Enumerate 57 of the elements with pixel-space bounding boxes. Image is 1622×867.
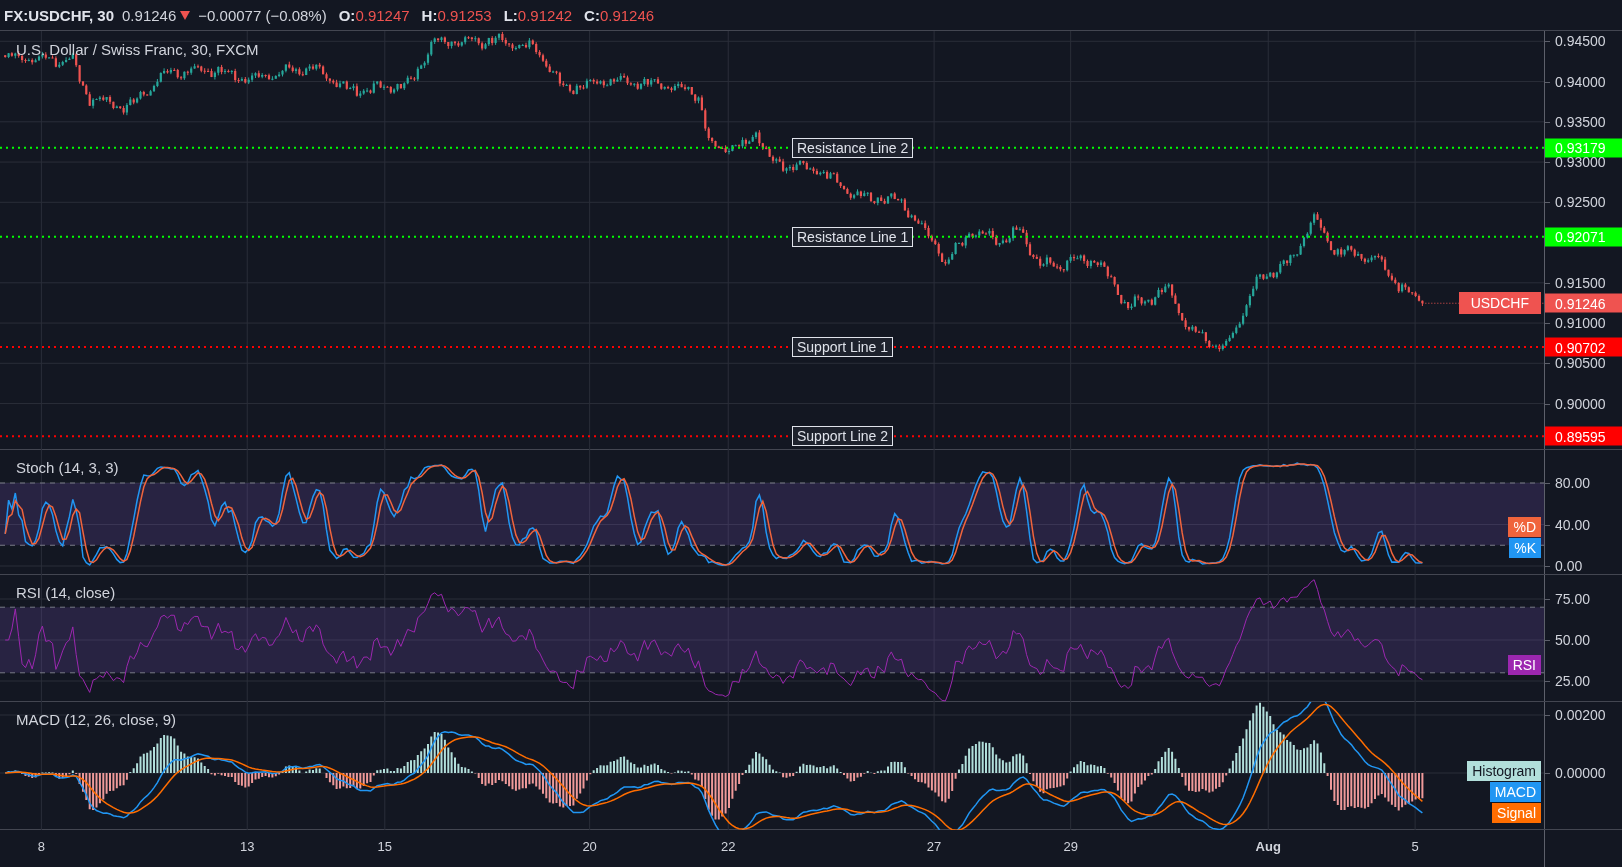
series-label: MACD [1489,782,1541,802]
price-level-label: 0.92071 [1545,227,1622,247]
axis-label: 40.00 [1555,516,1591,533]
level-label[interactable]: Resistance Line 1 [792,226,914,247]
price-level-label: 0.89595 [1545,426,1622,446]
price-level-label: 0.90702 [1545,337,1622,357]
axis-label: 0.92500 [1555,194,1606,211]
series-label: RSI [1507,655,1541,675]
time-label: 15 [377,839,393,854]
ohlc-value: 0.91253 [437,6,492,24]
axis-label: 0.90500 [1555,355,1606,372]
level-label[interactable]: Resistance Line 2 [792,137,914,158]
time-label: 8 [37,839,45,854]
axis-label: 0.94500 [1555,33,1606,50]
series-label: Signal [1492,803,1541,823]
price-change: −0.00077 (−0.08%) [198,6,327,24]
ohlc-label: C: [584,6,600,24]
indicator-title: RSI (14, close) [16,584,116,601]
ohlc-label: O: [338,6,356,24]
series-label: %K [1509,538,1541,558]
indicator-title: Stoch (14, 3, 3) [16,459,119,476]
series-label: Histogram [1467,761,1541,781]
ohlc-value: 0.91247 [355,6,410,24]
axis-label: 0.91500 [1555,274,1606,291]
series-label: %D [1508,517,1541,537]
time-label: 5 [1411,839,1419,854]
ohlc-label: H: [421,6,438,24]
time-label: 22 [721,839,736,854]
time-label: 20 [582,839,597,854]
axis-label: 50.00 [1555,632,1591,648]
last-price-label: 0.91246 [1545,293,1622,313]
down-triangle-icon [180,10,191,20]
axis-label: 0.00 [1555,558,1583,574]
symbol-title: FX:USDCHF, 30 [4,6,115,24]
ohlc-value: 0.91246 [599,6,655,24]
axis-label: 75.00 [1555,591,1591,607]
axis-label: 0.94000 [1555,73,1606,90]
time-label: 27 [926,839,942,854]
ohlc-value: 0.91242 [517,6,573,24]
axis-label: 25.00 [1555,673,1591,689]
time-label: Aug [1255,839,1281,854]
level-label[interactable]: Support Line 1 [792,337,894,358]
symbol-label: USDCHF [1458,292,1541,315]
price-level-label: 0.93179 [1545,138,1622,158]
chart-title: U.S. Dollar / Swiss Franc, 30, FXCM [16,41,259,58]
axis-label: 0.93500 [1555,113,1606,130]
axis-label: 0.91000 [1555,315,1606,332]
axis-label: 80.00 [1555,475,1591,491]
axis-label: 0.00000 [1555,765,1606,781]
axis-label: 0.00200 [1555,707,1606,723]
level-label[interactable]: Support Line 2 [792,426,894,447]
axis-label: 0.90000 [1555,395,1606,412]
time-label: 29 [1063,839,1078,854]
indicator-title: MACD (12, 26, close, 9) [16,711,177,728]
time-label: 13 [240,839,255,854]
last-price: 0.91246 [122,6,177,24]
ohlc-label: L: [503,6,518,24]
